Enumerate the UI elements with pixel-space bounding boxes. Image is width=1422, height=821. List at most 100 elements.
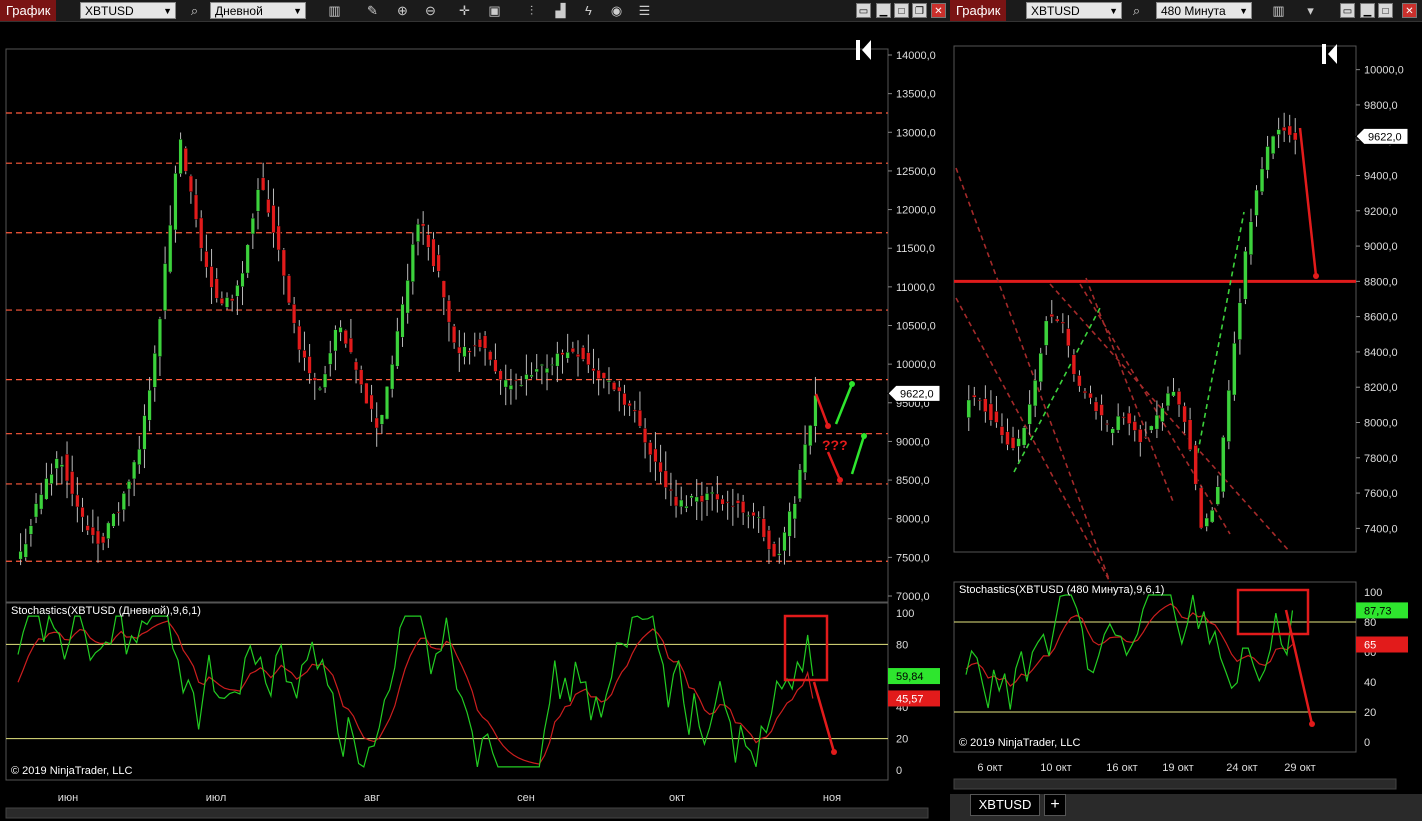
candle-up — [545, 367, 550, 374]
more-icon[interactable]: ▾ — [1302, 2, 1319, 19]
price-tick-label: 8500,0 — [896, 475, 930, 487]
time-tick-label: 29 окт — [1284, 762, 1315, 774]
restore-down-button[interactable]: ❐ — [912, 3, 927, 18]
candle-up — [323, 373, 328, 388]
candle-down — [999, 426, 1005, 436]
candle-down — [343, 330, 348, 345]
arrow-head — [837, 477, 843, 483]
candle-down — [348, 338, 353, 353]
candle-up — [689, 495, 694, 498]
candle-up — [787, 511, 792, 537]
price-panel — [5, 48, 889, 603]
data-box-icon[interactable]: ▣ — [486, 2, 503, 19]
candle-up — [173, 173, 178, 231]
bar-chart-icon[interactable]: ▥ — [1270, 2, 1287, 19]
question-annotation: ??? — [822, 437, 848, 453]
tab-xbtusd[interactable]: XBTUSD — [970, 794, 1040, 816]
candle-down — [477, 339, 482, 348]
candle-down — [261, 177, 266, 191]
candle-up — [1221, 436, 1226, 493]
candle-down — [483, 335, 488, 349]
candle-up — [126, 481, 131, 490]
intraday-chart[interactable]: 10000,09800,09600,09400,09200,09000,0880… — [950, 22, 1422, 794]
candle-up — [1033, 380, 1038, 407]
candle-down — [421, 223, 426, 227]
stochastics-panel — [953, 581, 1357, 753]
search-icon[interactable]: ⌕ — [1128, 2, 1145, 19]
candle-up — [121, 493, 126, 510]
minimize-button[interactable]: ▁ — [876, 3, 891, 18]
candle-down — [601, 372, 606, 379]
candle-down — [632, 409, 637, 412]
time-tick-label: июн — [58, 792, 78, 804]
pencil-icon[interactable]: ✎ — [364, 2, 381, 19]
candle-down — [648, 442, 653, 455]
candle-down — [1049, 314, 1054, 317]
horizontal-scrollbar[interactable] — [5, 807, 929, 819]
step-icon[interactable]: ▟ — [552, 2, 569, 19]
candle-down — [653, 448, 658, 463]
close-button[interactable]: ✕ — [931, 3, 946, 18]
close-button[interactable]: ✕ — [1402, 3, 1417, 18]
restore-button[interactable]: ▭ — [856, 3, 871, 18]
candle-down — [766, 530, 771, 550]
candle-down — [286, 275, 291, 304]
candle-down — [457, 346, 462, 354]
candle-down — [1138, 429, 1143, 443]
price-tick-label: 8400,0 — [1364, 347, 1398, 359]
price-tick-label: 9200,0 — [1364, 206, 1398, 218]
window-title: График — [950, 0, 1007, 21]
candle-down — [85, 525, 90, 531]
zoom-in-icon[interactable]: ⊕ — [394, 2, 411, 19]
candle-down — [302, 350, 307, 358]
candle-up — [49, 474, 54, 484]
price-tick-label: 7000,0 — [896, 591, 930, 603]
search-icon[interactable]: ⌕ — [186, 2, 203, 19]
chevron-down-icon: ▼ — [293, 6, 302, 16]
properties-icon[interactable]: ☰ — [636, 2, 653, 19]
candle-down — [312, 377, 317, 381]
candle-down — [1193, 445, 1198, 485]
candle-up — [777, 553, 782, 556]
add-tab-button[interactable]: + — [1044, 794, 1066, 816]
refresh-icon[interactable]: ◉ — [608, 2, 625, 19]
price-tick-label: 8600,0 — [1364, 312, 1398, 324]
time-tick-label: июл — [206, 792, 227, 804]
candle-up — [168, 224, 173, 273]
stoch-k-value: 87,73 — [1364, 605, 1392, 617]
symbol-select[interactable]: XBTUSD ▼ — [1026, 2, 1122, 19]
candle-up — [317, 388, 322, 390]
candle-up — [813, 395, 818, 427]
candle-up — [1232, 342, 1237, 396]
minimize-button[interactable]: ▁ — [1360, 3, 1375, 18]
candle-up — [111, 513, 116, 527]
candle-down — [586, 352, 591, 366]
maximize-button[interactable]: □ — [894, 3, 909, 18]
bar-chart-icon[interactable]: ▥ — [326, 2, 343, 19]
bar-style-icon[interactable]: ⫶ — [523, 2, 540, 19]
zoom-out-icon[interactable]: ⊖ — [422, 2, 439, 19]
candle-up — [797, 469, 802, 500]
candle-down — [498, 370, 503, 380]
symbol-select[interactable]: XBTUSD ▼ — [80, 2, 176, 19]
period-select[interactable]: Дневной ▼ — [210, 2, 306, 19]
time-tick-label: сен — [517, 792, 535, 804]
crosshair-icon[interactable]: ✛ — [456, 2, 473, 19]
horizontal-scrollbar[interactable] — [953, 778, 1397, 790]
candle-up — [966, 399, 971, 418]
drawing-icon[interactable]: ϟ — [580, 2, 597, 19]
maximize-button[interactable]: □ — [1378, 3, 1393, 18]
daily-chart[interactable]: 14000,0 13500,0 13000,0 12500,0 12000,0 11500… — [0, 22, 950, 821]
candle-up — [147, 389, 152, 421]
period-select[interactable]: 480 Минута ▼ — [1156, 2, 1252, 19]
candle-down — [1176, 391, 1182, 405]
restore-button[interactable]: ▭ — [1340, 3, 1355, 18]
candle-up — [684, 506, 689, 509]
price-tick-label: 11500,0 — [896, 243, 935, 255]
stoch-d-value: 65 — [1364, 640, 1376, 652]
candle-up — [792, 503, 797, 520]
price-tick-label: 14000,0 — [896, 50, 936, 62]
candle-down — [637, 410, 642, 427]
candle-up — [163, 263, 168, 311]
last-price-label: 9622,0 — [1368, 131, 1402, 143]
